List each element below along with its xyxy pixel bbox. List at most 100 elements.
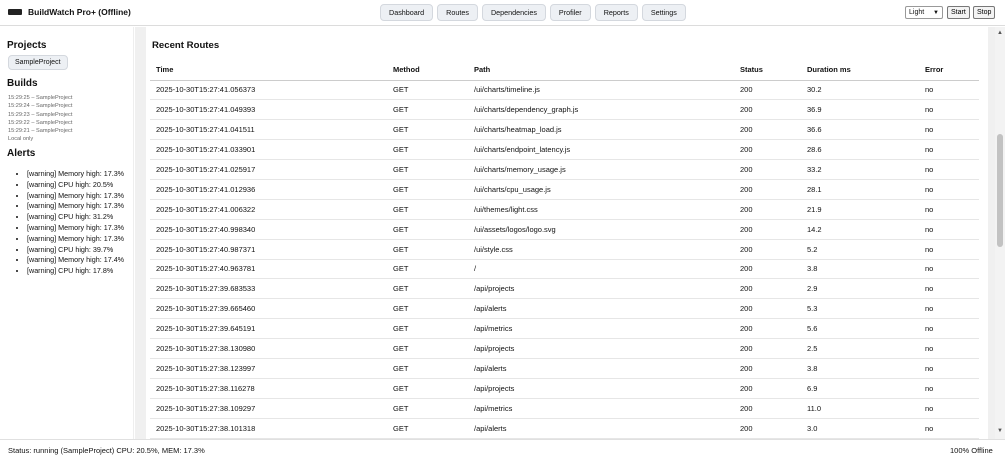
cell-error: no: [919, 259, 979, 280]
app-title: BuildWatch Pro+ (Offline): [28, 7, 131, 17]
cell-path: /ui/charts/timeline.js: [468, 80, 734, 101]
cell-method: GET: [387, 139, 468, 161]
column-header-path: Path: [468, 60, 734, 81]
cell-error: no: [919, 338, 979, 359]
nav-routes-button[interactable]: Routes: [437, 4, 478, 21]
table-row[interactable]: 2025-10-30T15:27:38.109297 GET/api/metric…: [150, 398, 979, 419]
table-row[interactable]: 2025-10-30T15:27:41.041511 GET/ui/charts/…: [150, 119, 979, 141]
table-row[interactable]: 2025-10-30T15:27:40.963781 GET/200 3.8 no: [150, 259, 979, 280]
cell-time: 2025-10-30T15:27:38.123997: [150, 358, 387, 379]
cell-time: 2025-10-30T15:27:41.049393: [150, 99, 387, 121]
main-scrollbar[interactable]: ▲ ▼: [995, 27, 1005, 439]
cell-time: 2025-10-30T15:27:40.998340: [150, 219, 387, 240]
scroll-up-icon[interactable]: ▲: [997, 30, 1003, 36]
cell-duration: 14.2: [801, 219, 919, 240]
table-row[interactable]: 2025-10-30T15:27:41.006322 GET/ui/themes/…: [150, 199, 979, 220]
build-item[interactable]: 15:29:22 – SampleProject: [8, 119, 72, 127]
cell-time: 2025-10-30T15:27:41.006322: [150, 199, 387, 220]
projects-heading: Projects: [7, 40, 47, 51]
table-row[interactable]: 2025-10-30T15:27:41.012936 GET/ui/charts/…: [150, 179, 979, 200]
column-header-duration: Duration ms: [801, 60, 919, 81]
cell-duration: 2.5: [801, 338, 919, 359]
cell-method: GET: [387, 378, 468, 399]
cell-error: no: [919, 418, 979, 439]
table-row[interactable]: 2025-10-30T15:27:40.987371 GET/ui/style.c…: [150, 239, 979, 260]
cell-duration: 2.9: [801, 278, 919, 300]
alert-item: [warning] Memory high: 17.3%: [27, 201, 132, 212]
cell-status: 200: [734, 199, 801, 220]
cell-error: no: [919, 199, 979, 220]
cell-path: /ui/charts/dependency_graph.js: [468, 99, 734, 121]
alerts-heading: Alerts: [7, 148, 36, 159]
table-row[interactable]: 2025-10-30T15:27:41.025917 GET/ui/charts/…: [150, 159, 979, 180]
builds-list: 15:29:25 – SampleProject 15:29:24 – Samp…: [8, 94, 72, 144]
cell-status: 200: [734, 358, 801, 379]
table-row[interactable]: 2025-10-30T15:27:39.645191 GET/api/metric…: [150, 318, 979, 340]
nav-profiler-button[interactable]: Profiler: [549, 4, 591, 21]
nav-dependencies-button[interactable]: Dependencies: [481, 4, 546, 21]
build-item[interactable]: 15:29:25 – SampleProject: [8, 94, 72, 102]
table-row[interactable]: 2025-10-30T15:27:41.056373 GET/ui/charts/…: [150, 80, 979, 101]
table-row[interactable]: 2025-10-30T15:27:41.049393 GET/ui/charts/…: [150, 99, 979, 121]
cell-path: /ui/assets/logos/logo.svg: [468, 219, 734, 240]
cell-status: 200: [734, 219, 801, 240]
column-header-status: Status: [734, 60, 801, 81]
table-row[interactable]: 2025-10-30T15:27:41.033901 GET/ui/charts/…: [150, 139, 979, 161]
scroll-thumb[interactable]: [997, 134, 1003, 247]
status-right-text: 100% Offline: [950, 446, 993, 455]
cell-path: /ui/themes/light.css: [468, 199, 734, 220]
cell-method: GET: [387, 239, 468, 260]
cell-method: GET: [387, 119, 468, 141]
cell-time: 2025-10-30T15:27:41.012936: [150, 179, 387, 200]
cell-status: 200: [734, 179, 801, 200]
build-item[interactable]: 15:29:24 – SampleProject: [8, 102, 72, 110]
table-row[interactable]: 2025-10-30T15:27:38.130980 GET/api/projec…: [150, 338, 979, 359]
cell-status: 200: [734, 80, 801, 101]
cell-method: GET: [387, 278, 468, 300]
table-row[interactable]: 2025-10-30T15:27:40.998340 GET/ui/assets/…: [150, 219, 979, 240]
routes-table-body: 2025-10-30T15:27:41.056373 GET/ui/charts/…: [150, 80, 979, 439]
cell-error: no: [919, 80, 979, 101]
table-row[interactable]: 2025-10-30T15:27:39.665460 GET/api/alerts…: [150, 298, 979, 320]
cell-duration: 3.8: [801, 358, 919, 379]
column-header-error: Error: [919, 60, 979, 81]
cell-duration: 21.9: [801, 199, 919, 220]
cell-error: no: [919, 298, 979, 320]
scroll-down-icon[interactable]: ▼: [997, 428, 1003, 434]
cell-method: GET: [387, 398, 468, 419]
cell-time: 2025-10-30T15:27:40.987371: [150, 239, 387, 260]
cell-status: 200: [734, 239, 801, 260]
cell-path: /api/metrics: [468, 398, 734, 419]
table-row[interactable]: 2025-10-30T15:27:38.101318 GET/api/alerts…: [150, 418, 979, 439]
status-text: Status: running (SampleProject) CPU: 20.…: [8, 446, 205, 455]
start-button[interactable]: Start: [947, 6, 970, 19]
cell-path: /ui/charts/memory_usage.js: [468, 159, 734, 180]
cell-method: GET: [387, 318, 468, 340]
column-header-time: Time: [150, 60, 387, 81]
cell-method: GET: [387, 159, 468, 180]
cell-duration: 3.0: [801, 418, 919, 439]
cell-time: 2025-10-30T15:27:38.109297: [150, 398, 387, 419]
cell-duration: 33.2: [801, 159, 919, 180]
table-row[interactable]: 2025-10-30T15:27:38.123997 GET/api/alerts…: [150, 358, 979, 379]
builds-heading: Builds: [7, 78, 38, 89]
app-logo-icon: [8, 9, 22, 15]
table-row[interactable]: 2025-10-30T15:27:39.683533 GET/api/projec…: [150, 278, 979, 300]
cell-method: GET: [387, 358, 468, 379]
project-chip[interactable]: SampleProject: [8, 55, 68, 70]
cell-duration: 5.3: [801, 298, 919, 320]
cell-path: /api/projects: [468, 378, 734, 399]
cell-error: no: [919, 119, 979, 141]
nav-dashboard-button[interactable]: Dashboard: [380, 4, 434, 21]
cell-status: 200: [734, 298, 801, 320]
cell-time: 2025-10-30T15:27:38.130980: [150, 338, 387, 359]
build-item[interactable]: 15:29:21 – SampleProject: [8, 127, 72, 135]
nav-reports-button[interactable]: Reports: [594, 4, 638, 21]
table-row[interactable]: 2025-10-30T15:27:38.116278 GET/api/projec…: [150, 378, 979, 399]
cell-time: 2025-10-30T15:27:38.116278: [150, 378, 387, 399]
theme-select[interactable]: Light ▼: [905, 6, 943, 19]
nav-settings-button[interactable]: Settings: [641, 4, 686, 21]
stop-button[interactable]: Stop: [973, 6, 996, 19]
build-item[interactable]: 15:29:23 – SampleProject: [8, 111, 72, 119]
cell-status: 200: [734, 378, 801, 399]
